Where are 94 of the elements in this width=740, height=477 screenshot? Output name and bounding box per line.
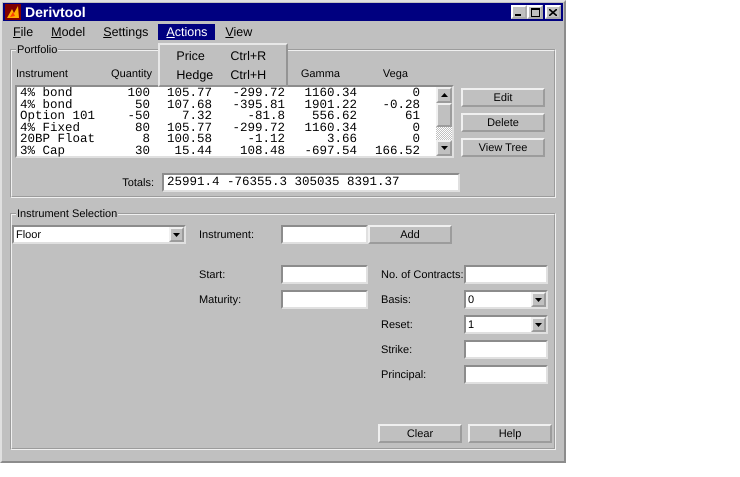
list-cell-text: -697.54 <box>303 146 357 158</box>
list-cell-text: 556.62 <box>312 111 357 123</box>
list-cell-text: 1901.22 <box>303 100 357 112</box>
action-button[interactable]: Edit <box>461 88 545 107</box>
dropdown-arrow-icon <box>173 232 180 236</box>
menu-item[interactable]: View <box>217 24 260 40</box>
list-cell-text: -299.72 <box>231 122 285 134</box>
up-arrow-icon <box>440 93 448 97</box>
menu-option[interactable]: Hedge <box>176 68 230 82</box>
list-cell-text: Option 101 <box>20 111 96 123</box>
maximize-icon <box>530 8 540 16</box>
action-button[interactable]: Clear <box>378 424 462 443</box>
add-button[interactable]: Add <box>368 225 452 244</box>
maturity-field[interactable] <box>281 290 368 309</box>
contracts-field[interactable] <box>464 265 548 284</box>
shortcut-text: Ctrl+R <box>230 48 266 62</box>
column-header: Vega <box>382 68 408 80</box>
shortcut-text: Ctrl+H <box>230 68 266 82</box>
list-cell-text: 3.66 <box>326 134 357 146</box>
action-button[interactable]: View Tree <box>461 138 545 157</box>
field-label: Start: <box>198 268 226 280</box>
scrollbar[interactable] <box>436 87 452 156</box>
column-header: Gamma <box>300 68 340 80</box>
list-cell-text: 107.68 <box>166 100 212 112</box>
list-cell-text: -1.12 <box>247 134 285 146</box>
field-label: Reset: <box>380 318 414 330</box>
minimize-button[interactable] <box>511 5 527 19</box>
scroll-thumb[interactable] <box>436 103 452 127</box>
field-label: Basis: <box>380 294 412 306</box>
panel-title: Instrument Selection <box>16 208 118 220</box>
list-cell-text: 4% bond <box>20 100 73 112</box>
scroll-up-button[interactable] <box>436 87 452 103</box>
menu-item[interactable]: File <box>5 24 42 40</box>
instrument-type-dropdown[interactable]: Floor <box>12 225 186 244</box>
instrument-field[interactable] <box>281 225 368 244</box>
totals-label: Totals: <box>121 176 154 188</box>
list-cell-text: 108.48 <box>238 146 285 158</box>
list-cell-text: 15.44 <box>173 146 212 158</box>
action-button[interactable]: Help <box>468 424 552 443</box>
column-header: Instrument <box>16 68 68 80</box>
field-label: Strike: <box>380 344 414 356</box>
strike-field[interactable] <box>464 340 548 359</box>
list-cell-text: 30 <box>134 146 150 158</box>
panel-title: Portfolio <box>16 44 58 56</box>
list-cell-text: 105.77 <box>166 122 212 134</box>
close-icon <box>549 8 557 16</box>
list-cell-text: -299.72 <box>231 88 285 100</box>
list-cell-text: 100.58 <box>166 134 212 146</box>
list-cell-text: 100 <box>126 88 150 100</box>
start-field[interactable] <box>281 265 368 284</box>
list-cell-text: 0 <box>412 88 420 100</box>
field-label: Instrument: <box>198 228 256 240</box>
action-button[interactable]: Delete <box>461 113 545 132</box>
list-cell-text: 1160.34 <box>303 122 357 134</box>
list-cell-text: 7.32 <box>182 111 212 123</box>
list-cell-text: -81.8 <box>247 111 285 123</box>
portfolio-list[interactable] <box>15 85 454 158</box>
list-cell-text: -50 <box>126 111 150 123</box>
list-cell-text: -395.81 <box>231 100 285 112</box>
dropdown-arrow-icon <box>535 322 542 326</box>
field-label: No. of Contracts: <box>380 268 464 280</box>
dropdown-arrow-icon <box>535 298 542 302</box>
list-cell-text: 105.77 <box>166 88 212 100</box>
menu-item[interactable]: Settings <box>95 24 156 40</box>
list-cell-text: 61 <box>404 111 420 123</box>
column-header: Quantity <box>111 68 152 80</box>
list-cell-text: 3% Cap <box>20 146 66 158</box>
list-cell-text: 20BP Float <box>20 134 96 146</box>
scroll-track[interactable] <box>436 127 452 140</box>
list-cell-text: 4% Fixed <box>20 122 80 134</box>
menu-item[interactable]: Model <box>43 24 94 40</box>
field-label: Maturity: <box>198 294 242 306</box>
scroll-down-button[interactable] <box>436 140 452 156</box>
list-cell-text: 166.52 <box>374 146 420 158</box>
list-cell-text: 4% bond <box>20 88 74 100</box>
maximize-button[interactable] <box>527 5 543 19</box>
list-cell-text: 0 <box>412 134 420 146</box>
list-cell-text: 1160.34 <box>303 88 357 100</box>
list-cell-text: -0.28 <box>381 100 420 112</box>
basis-dropdown[interactable]: 0 <box>464 290 548 309</box>
list-cell-text: 0 <box>411 122 420 134</box>
principal-field[interactable] <box>464 365 548 384</box>
close-button[interactable] <box>545 5 561 19</box>
app-logo-icon <box>5 4 21 20</box>
list-cell-text: 8 <box>142 134 150 146</box>
field-label: Principal: <box>380 368 428 380</box>
menu-item[interactable]: Actions <box>158 24 216 40</box>
reset-dropdown[interactable]: 1 <box>464 315 548 334</box>
window-title: Derivtool <box>25 4 86 20</box>
totals-field[interactable]: 25991.4 -76355.3 305035 8391.37 <box>162 173 460 192</box>
menu-option[interactable]: Price <box>176 48 230 62</box>
list-cell-text: 50 <box>134 100 150 112</box>
list-cell-text: 80 <box>134 122 150 134</box>
down-arrow-icon <box>440 146 448 150</box>
